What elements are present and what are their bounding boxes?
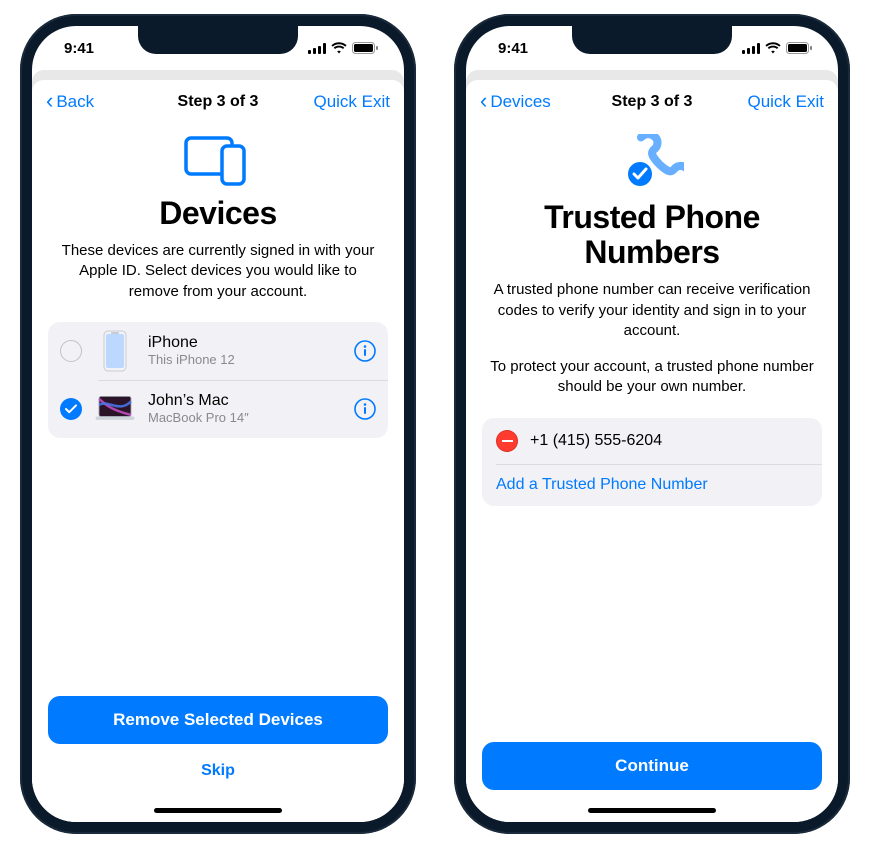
home-indicator[interactable]	[32, 798, 404, 822]
wifi-icon	[331, 42, 347, 54]
status-indicators	[308, 42, 378, 54]
devices-hero-icon	[48, 134, 388, 186]
page-description-2: To protect your account, a trusted phone…	[482, 357, 822, 398]
device-model: MacBook Pro 14″	[148, 410, 342, 425]
iphone-device-icon	[94, 330, 136, 372]
bottom-actions: Remove Selected Devices Skip	[32, 696, 404, 798]
chevron-left-icon: ‹	[480, 90, 487, 112]
device-name: John’s Mac	[148, 392, 342, 410]
nav-bar: ‹ Back Step 3 of 3 Quick Exit	[32, 80, 404, 124]
wifi-icon	[765, 42, 781, 54]
continue-button[interactable]: Continue	[482, 742, 822, 790]
phone-screen: 9:41 ‹ Back Step 3 of 3 Quick Exit	[32, 26, 404, 822]
quick-exit-button[interactable]: Quick Exit	[304, 92, 390, 112]
quick-exit-label: Quick Exit	[747, 92, 824, 112]
quick-exit-label: Quick Exit	[313, 92, 390, 112]
status-time: 9:41	[64, 40, 94, 57]
trusted-number-row[interactable]: +1 (415) 555-6204	[482, 418, 822, 464]
modal-sheet: ‹ Back Step 3 of 3 Quick Exit Devices Th…	[32, 80, 404, 822]
back-label: Back	[56, 92, 94, 112]
remove-number-icon[interactable]	[496, 430, 518, 452]
battery-icon	[352, 42, 378, 54]
content-area: Devices These devices are currently sign…	[32, 124, 404, 696]
phone-frame-right: 9:41 ‹ Devices Step 3 of 3 Quick Exit	[454, 14, 850, 834]
notch	[138, 26, 298, 54]
phone-screen: 9:41 ‹ Devices Step 3 of 3 Quick Exit	[466, 26, 838, 822]
phone-frame-left: 9:41 ‹ Back Step 3 of 3 Quick Exit	[20, 14, 416, 834]
page-title: Devices	[48, 196, 388, 231]
modal-sheet: ‹ Devices Step 3 of 3 Quick Exit Trusted…	[466, 80, 838, 822]
device-row-iphone[interactable]: iPhone This iPhone 12	[48, 322, 388, 380]
device-row-mac[interactable]: John’s Mac MacBook Pro 14″	[48, 380, 388, 438]
trusted-number: +1 (415) 555-6204	[530, 432, 662, 450]
page-description-1: A trusted phone number can receive verif…	[482, 280, 822, 341]
quick-exit-button[interactable]: Quick Exit	[738, 92, 824, 112]
cellular-icon	[308, 43, 326, 54]
status-time: 9:41	[498, 40, 528, 57]
trusted-phone-hero-icon	[482, 134, 822, 190]
notch	[572, 26, 732, 54]
info-icon[interactable]	[354, 398, 376, 420]
radio-checked-icon[interactable]	[60, 398, 82, 420]
back-button[interactable]: ‹ Devices	[480, 92, 566, 112]
device-list: iPhone This iPhone 12	[48, 322, 388, 438]
page-title: Trusted Phone Numbers	[482, 200, 822, 270]
battery-icon	[786, 42, 812, 54]
trusted-numbers-list: +1 (415) 555-6204 Add a Trusted Phone Nu…	[482, 418, 822, 506]
remove-devices-button[interactable]: Remove Selected Devices	[48, 696, 388, 744]
nav-bar: ‹ Devices Step 3 of 3 Quick Exit	[466, 80, 838, 124]
device-model: This iPhone 12	[148, 352, 342, 367]
cellular-icon	[742, 43, 760, 54]
add-trusted-number-row[interactable]: Add a Trusted Phone Number	[482, 464, 822, 506]
add-trusted-number-label: Add a Trusted Phone Number	[496, 476, 708, 494]
status-indicators	[742, 42, 812, 54]
home-indicator[interactable]	[466, 798, 838, 822]
content-area: Trusted Phone Numbers A trusted phone nu…	[466, 124, 838, 742]
skip-button[interactable]: Skip	[48, 752, 388, 790]
device-name: iPhone	[148, 334, 342, 352]
chevron-left-icon: ‹	[46, 90, 53, 112]
back-button[interactable]: ‹ Back	[46, 92, 132, 112]
bottom-actions: Continue	[466, 742, 838, 798]
back-label: Devices	[490, 92, 550, 112]
step-indicator: Step 3 of 3	[612, 93, 693, 111]
radio-unchecked-icon[interactable]	[60, 340, 82, 362]
step-indicator: Step 3 of 3	[178, 93, 259, 111]
macbook-device-icon	[94, 388, 136, 430]
page-description: These devices are currently signed in wi…	[48, 241, 388, 302]
info-icon[interactable]	[354, 340, 376, 362]
